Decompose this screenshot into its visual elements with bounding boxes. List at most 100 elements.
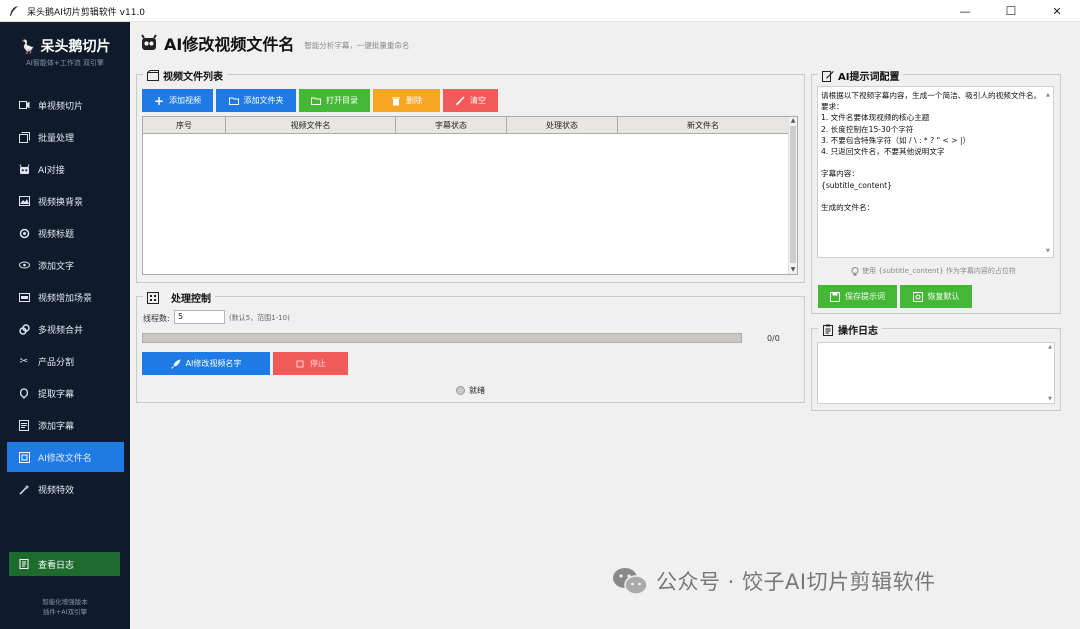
log-scroll-down-icon[interactable]: ▼ — [1048, 396, 1052, 402]
sidebar-item-merge[interactable]: 多视频合并 — [7, 314, 124, 344]
page-subtitle: 智能分析字幕，一键批量重命名 — [304, 40, 410, 50]
extract-icon — [18, 387, 30, 399]
prompt-group-label: AI提示词配置 — [818, 68, 904, 83]
control-group-label: 处理控制 — [143, 290, 215, 305]
progress-count: 0/0 — [767, 334, 780, 343]
save-icon — [830, 291, 840, 302]
log-textarea[interactable]: ▲ ▼ — [817, 342, 1055, 404]
column-header-filename[interactable]: 视频文件名 — [226, 117, 396, 134]
subtitle-icon — [18, 419, 30, 431]
video-icon — [18, 99, 30, 111]
control-panel-icon — [147, 291, 159, 304]
clear-button[interactable]: 清空 — [443, 89, 498, 112]
sidebar-item-add-text[interactable]: 添加文字 — [7, 250, 124, 280]
log-scroll-up-icon[interactable]: ▲ — [1048, 344, 1052, 350]
robot-icon — [18, 163, 30, 175]
brand: 🪿 呆头鹅切片 — [0, 36, 130, 56]
footer-engine: 插件+AI双引擎 — [42, 608, 88, 616]
column-header-subtitle-status[interactable]: 字幕状态 — [396, 117, 507, 134]
edit-note-icon — [822, 70, 834, 82]
rename-icon — [18, 451, 30, 463]
batch-icon — [18, 131, 30, 143]
prompt-textarea[interactable]: 请根据以下视频字幕内容，生成一个简洁、吸引人的视频文件名。 要求： 1. 文件名… — [817, 86, 1054, 258]
broom-icon — [456, 96, 465, 105]
sidebar-item-ai-rename[interactable]: AI修改文件名 — [7, 442, 124, 472]
folder-icon — [228, 97, 239, 105]
close-button[interactable]: ✕ — [1034, 0, 1080, 22]
window-titlebar: 呆头鹅AI切片剪辑软件 v11.0 — ☐ ✕ — [0, 0, 1080, 22]
table-header: 序号 视频文件名 字幕状态 处理状态 新文件名 — [143, 117, 789, 134]
prompt-scroll-up-icon[interactable]: ▲ — [1046, 92, 1052, 100]
scroll-up-icon[interactable]: ▲ — [789, 117, 797, 125]
column-header-new-filename[interactable]: 新文件名 — [618, 117, 789, 134]
watermark-text: 公众号 · 饺子AI切片剪辑软件 — [656, 570, 936, 594]
effects-icon — [18, 483, 30, 495]
brand-subtitle: AI智能体+工作流 双引擎 — [26, 59, 104, 67]
rocket-icon — [170, 359, 181, 369]
status-text: 就绪 — [469, 386, 485, 395]
lightbulb-icon — [851, 266, 859, 276]
stop-button[interactable]: 停止 — [273, 352, 348, 375]
delete-button[interactable]: 删除 — [373, 89, 440, 112]
status-dot-icon — [456, 386, 465, 395]
column-header-index[interactable]: 序号 — [143, 117, 226, 134]
watermark: 公众号 · 饺子AI切片剪辑软件 — [612, 566, 936, 596]
robot-logo-icon — [141, 34, 157, 50]
trash-icon — [392, 96, 400, 105]
status-indicator: 就绪 — [456, 385, 485, 396]
minimize-button[interactable]: — — [942, 0, 988, 22]
threads-label: 线程数: — [143, 314, 170, 323]
video-file-table[interactable]: 序号 视频文件名 字幕状态 处理状态 新文件名 ▲ ▼ — [142, 116, 798, 275]
sidebar-item-background[interactable]: 视频换背景 — [7, 186, 124, 216]
sidebar: 🪿 呆头鹅切片 AI智能体+工作流 双引擎 单视频切片 批量处理 AI对接 视频… — [0, 22, 130, 629]
background-icon — [18, 195, 30, 207]
stop-icon — [296, 360, 304, 367]
save-prompt-button[interactable]: 保存提示词 — [818, 285, 897, 308]
sidebar-item-batch[interactable]: 批量处理 — [7, 122, 124, 152]
text-icon — [18, 259, 30, 271]
table-scrollbar[interactable]: ▲ ▼ — [788, 117, 797, 274]
film-icon — [147, 69, 159, 81]
restore-default-button[interactable]: 恢复默认 — [900, 285, 972, 308]
footer-version: 智能化增强版本 — [42, 598, 88, 606]
threads-hint: (默认5，范围1-10) — [229, 314, 290, 322]
folder-open-icon — [311, 97, 321, 105]
brand-title: 呆头鹅切片 — [40, 39, 111, 55]
sidebar-item-split[interactable]: ✂ 产品分割 — [7, 346, 124, 376]
sidebar-item-extract-subtitle[interactable]: 提取字幕 — [7, 378, 124, 408]
sidebar-item-add-subtitle[interactable]: 添加字幕 — [7, 410, 124, 440]
add-video-button[interactable]: + 添加视频 — [142, 89, 213, 112]
feather-icon — [10, 6, 18, 16]
scissors-icon: ✂ — [19, 355, 29, 367]
maximize-button[interactable]: ☐ — [988, 0, 1034, 22]
log-icon — [19, 559, 29, 569]
sidebar-item-single-video[interactable]: 单视频切片 — [7, 90, 124, 120]
progress-bar — [142, 333, 742, 343]
sidebar-item-ai[interactable]: AI对接 — [7, 154, 124, 184]
scrollbar-thumb[interactable] — [790, 126, 796, 263]
plus-icon: + — [153, 93, 165, 108]
title-icon — [18, 227, 30, 239]
scroll-down-icon[interactable]: ▼ — [789, 266, 797, 274]
sidebar-item-scene[interactable]: 视频增加场景 — [7, 282, 124, 312]
add-folder-button[interactable]: 添加文件夹 — [216, 89, 296, 112]
prompt-hint: 使用 {subtitle_content} 作为字幕内容的占位符 — [851, 266, 1016, 276]
restore-icon — [912, 291, 923, 302]
file-list-group-label: 视频文件列表 — [143, 68, 227, 83]
view-log-button[interactable]: 查看日志 — [9, 552, 120, 576]
log-group-label: 操作日志 — [818, 322, 882, 337]
start-rename-button[interactable]: AI修改视频名字 — [142, 352, 270, 375]
page-header: AI修改视频文件名 智能分析字幕，一键批量重命名 — [140, 31, 409, 55]
sidebar-item-title[interactable]: 视频标题 — [7, 218, 124, 248]
threads-input[interactable]: 5 — [174, 310, 225, 324]
merge-icon — [18, 323, 30, 335]
page-title: AI修改视频文件名 — [164, 35, 295, 54]
prompt-scroll-down-icon[interactable]: ▼ — [1046, 248, 1052, 256]
sidebar-item-effects[interactable]: 视频特效 — [7, 474, 124, 504]
wechat-logo-icon — [613, 568, 648, 595]
column-header-process-status[interactable]: 处理状态 — [507, 117, 618, 134]
open-directory-button[interactable]: 打开目录 — [299, 89, 370, 112]
goose-logo-icon: 🪿 — [19, 40, 36, 55]
scene-icon — [18, 291, 30, 303]
clipboard-icon — [823, 324, 833, 336]
